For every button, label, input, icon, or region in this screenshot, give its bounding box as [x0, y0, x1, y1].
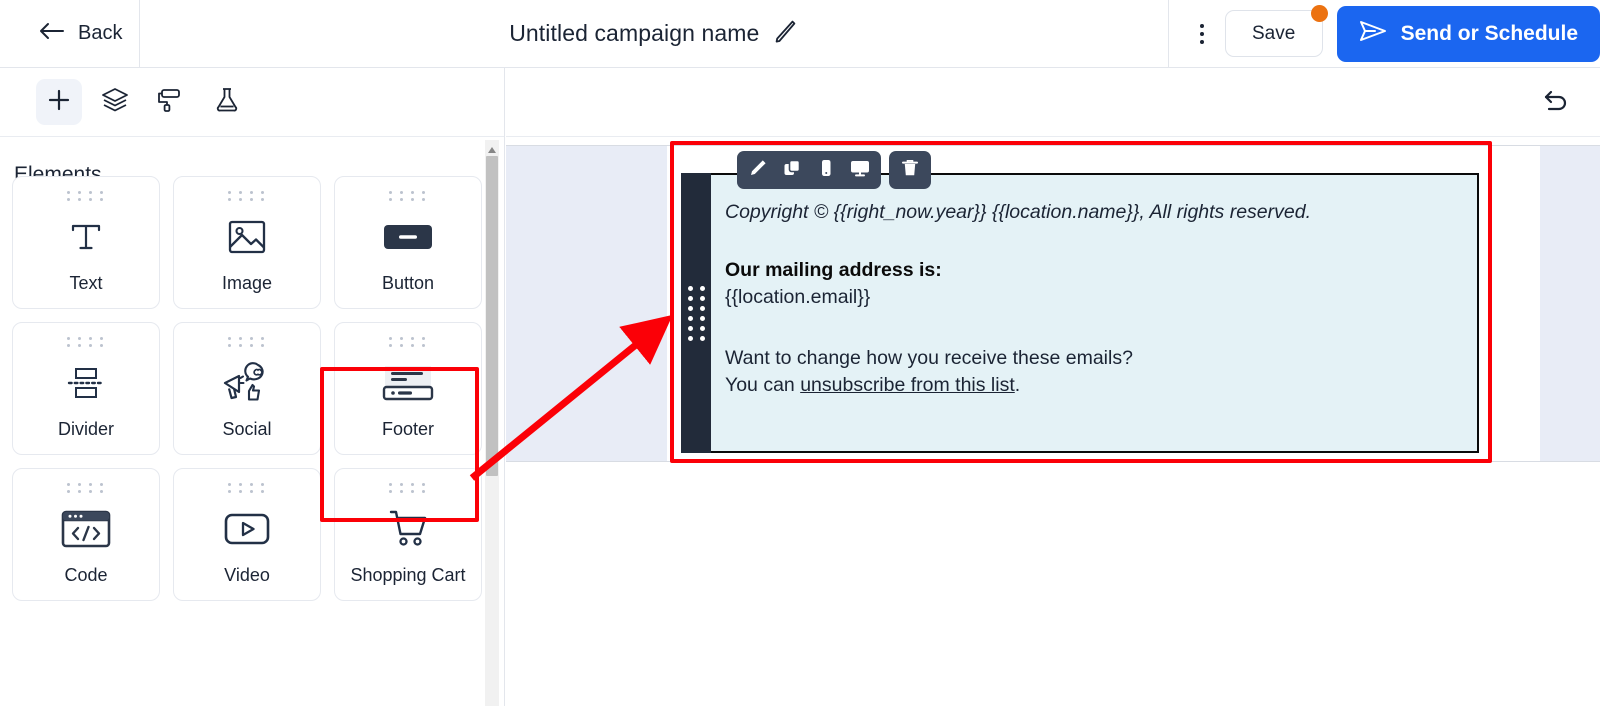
element-card-shopping-cart[interactable]: Shopping Cart — [334, 468, 482, 601]
element-drag-handle[interactable] — [681, 173, 711, 453]
campaign-title-zone: Untitled campaign name — [140, 0, 1168, 68]
element-action-group — [737, 151, 881, 189]
row-padding-right — [1540, 146, 1600, 461]
undo-button[interactable] — [1530, 78, 1582, 126]
divider-icon — [13, 347, 159, 419]
save-button[interactable]: Save — [1224, 5, 1328, 57]
more-vertical-icon[interactable] — [1187, 17, 1217, 51]
element-card-button[interactable]: Button — [334, 176, 482, 309]
row-padding-left — [506, 146, 667, 461]
element-card-footer[interactable]: Footer — [334, 322, 482, 455]
social-megaphone-icon — [174, 347, 320, 419]
elements-grid: Text Image Button Divider Social Footer … — [12, 176, 482, 601]
footer-content[interactable]: Copyright © {{right_now.year}} {{locatio… — [711, 173, 1479, 453]
drag-handle-icon[interactable] — [67, 337, 105, 347]
video-play-icon — [174, 493, 320, 565]
duplicate-icon — [782, 158, 802, 183]
element-card-code[interactable]: Code — [12, 468, 160, 601]
layers-tool[interactable] — [92, 79, 138, 125]
sidebar-tool-row — [0, 68, 504, 137]
canvas-toolbar — [506, 68, 1600, 137]
element-action-toolbar — [737, 151, 931, 189]
element-card-video[interactable]: Video — [173, 468, 321, 601]
element-label: Footer — [381, 419, 435, 439]
element-label: Video — [224, 565, 270, 585]
duplicate-element-button[interactable] — [775, 151, 809, 189]
drag-handle-icon[interactable] — [389, 191, 427, 201]
send-or-schedule-button[interactable]: Send or Schedule — [1336, 5, 1600, 62]
edit-element-button[interactable] — [741, 151, 775, 189]
paint-roller-icon — [157, 86, 185, 119]
unsaved-changes-dot — [1310, 5, 1328, 22]
scrollbar-thumb[interactable] — [486, 156, 498, 476]
footer-element-block[interactable]: Copyright © {{right_now.year}} {{locatio… — [681, 151, 1479, 453]
sidebar-scrollbar[interactable] — [485, 140, 499, 706]
element-label: Button — [381, 273, 435, 293]
drag-dots-icon — [687, 285, 705, 341]
text-t-icon — [13, 201, 159, 273]
drag-handle-icon[interactable] — [228, 191, 266, 201]
flask-icon — [213, 86, 241, 119]
canvas-stage: Copyright © {{right_now.year}} {{locatio… — [506, 137, 1600, 706]
layers-icon — [101, 87, 129, 118]
element-card-social[interactable]: Social — [173, 322, 321, 455]
footer-change-prompt: Want to change how you receive these ema… — [725, 347, 1133, 369]
element-label: Code — [64, 565, 108, 585]
element-card-text[interactable]: Text — [12, 176, 160, 309]
back-label: Back — [78, 22, 123, 44]
drag-handle-icon[interactable] — [67, 483, 105, 493]
unsubscribe-prefix: You can — [725, 374, 801, 396]
email-canvas: Copyright © {{right_now.year}} {{locatio… — [506, 68, 1600, 706]
page-title: Untitled campaign name — [509, 20, 760, 46]
image-icon — [174, 201, 320, 273]
drag-handle-icon[interactable] — [67, 191, 105, 201]
header-actions: Save Send or Schedule — [1167, 0, 1600, 68]
element-card-divider[interactable]: Divider — [12, 322, 160, 455]
element-label: Social — [222, 419, 272, 439]
drag-handle-icon[interactable] — [389, 483, 427, 493]
undo-arrow-icon — [1542, 87, 1570, 118]
paper-plane-icon — [1359, 19, 1387, 49]
mobile-preview-button[interactable] — [809, 151, 843, 189]
footer-mailing-heading: Our mailing address is: — [725, 259, 942, 281]
drag-handle-icon[interactable] — [389, 337, 427, 347]
desktop-icon — [849, 158, 871, 183]
scroll-up-arrow-icon[interactable] — [487, 142, 497, 153]
app-header: Back Untitled campaign name Save Send or… — [0, 0, 1600, 68]
mobile-icon — [816, 158, 836, 183]
element-delete-group — [889, 151, 931, 189]
elements-sidebar: Elements Text Image Button Divider Socia… — [0, 68, 505, 706]
button-icon — [335, 201, 481, 273]
unsubscribe-suffix: . — [1014, 374, 1021, 396]
add-element-tool[interactable] — [36, 79, 82, 125]
desktop-preview-button[interactable] — [843, 151, 877, 189]
element-label: Divider — [57, 419, 114, 439]
element-label: Shopping Cart — [350, 565, 466, 585]
arrow-left-icon — [38, 21, 64, 46]
footer-unsubscribe-line: You can unsubscribe from this list. — [725, 374, 1455, 397]
pencil-icon — [748, 158, 768, 183]
shopping-cart-icon — [335, 493, 481, 565]
element-card-image[interactable]: Image — [173, 176, 321, 309]
trash-icon — [900, 158, 920, 183]
unsubscribe-link[interactable]: unsubscribe from this list — [800, 374, 1015, 396]
email-row: Copyright © {{right_now.year}} {{locatio… — [506, 145, 1600, 462]
pencil-icon[interactable] — [771, 18, 798, 50]
footer-mailing-value: {{location.email}} — [725, 286, 871, 308]
element-label: Text — [69, 273, 103, 293]
element-label: Image — [221, 273, 273, 293]
code-window-icon — [13, 493, 159, 565]
footer-icon — [335, 347, 481, 419]
footer-copyright-text: Copyright © {{right_now.year}} {{locatio… — [725, 201, 1311, 223]
delete-element-button[interactable] — [893, 151, 927, 189]
save-label: Save — [1251, 22, 1296, 44]
drag-handle-icon[interactable] — [228, 337, 266, 347]
back-button[interactable]: Back — [0, 0, 140, 68]
send-or-schedule-label: Send or Schedule — [1400, 21, 1578, 45]
styles-tool[interactable] — [148, 79, 194, 125]
experiments-tool[interactable] — [204, 79, 250, 125]
drag-handle-icon[interactable] — [228, 483, 266, 493]
plus-icon — [47, 88, 71, 117]
